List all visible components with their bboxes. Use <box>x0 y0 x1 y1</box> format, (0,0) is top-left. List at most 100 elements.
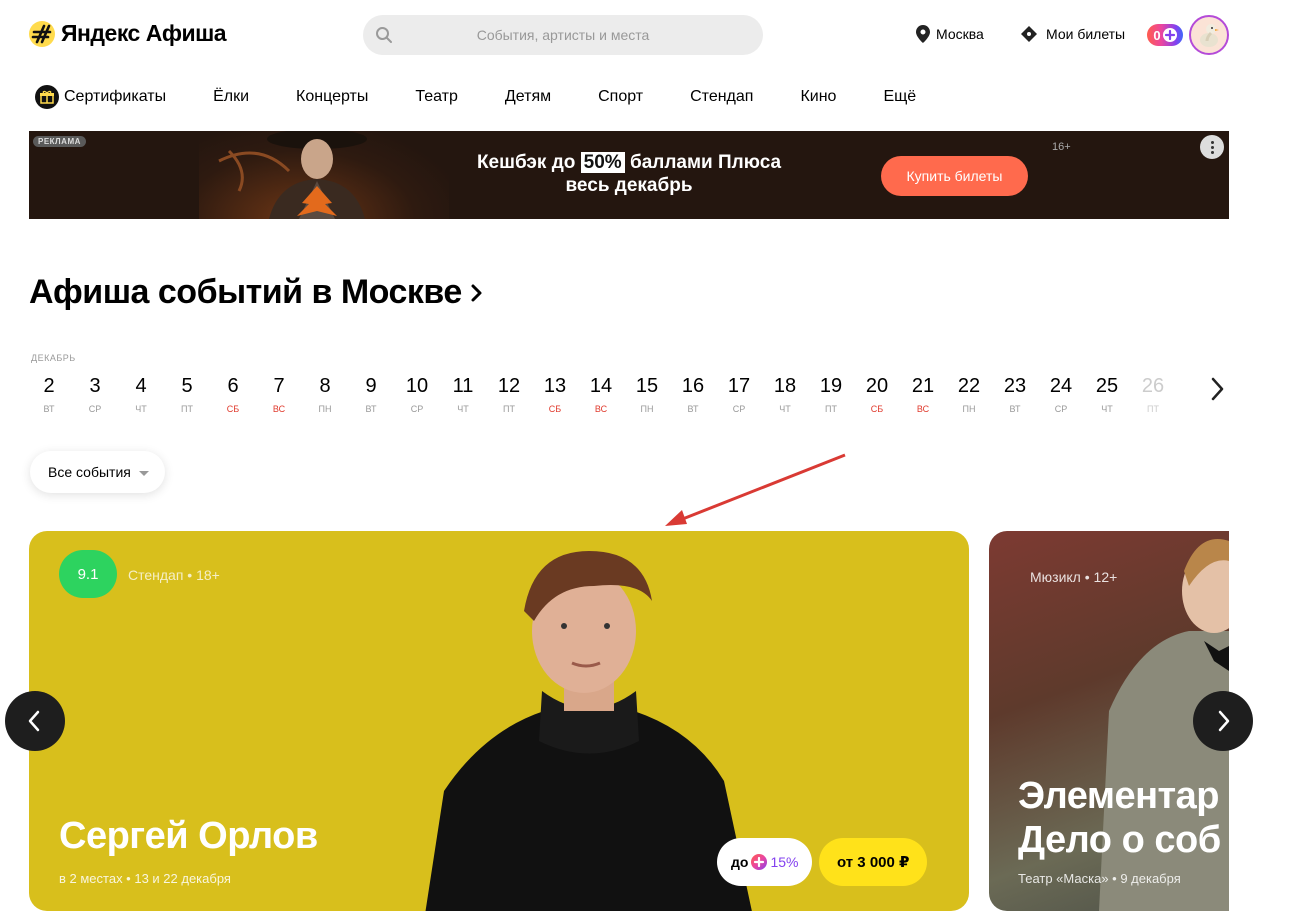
nav-item-more[interactable]: Ещё <box>883 88 916 106</box>
banner-age-rating: 16+ <box>1052 141 1071 153</box>
my-tickets-label: Мои билеты <box>1046 26 1126 42</box>
city-selector[interactable]: Москва <box>916 25 984 43</box>
calendar-day[interactable]: 3 ср <box>72 373 118 414</box>
calendar-day[interactable]: 13 сб <box>532 373 578 414</box>
calendar-day[interactable]: 26 пт <box>1130 373 1176 414</box>
buy-tickets-button[interactable]: Купить билеты <box>881 156 1028 196</box>
calendar-day-weekday: ср <box>88 404 102 414</box>
calendar-day[interactable]: 20 сб <box>854 373 900 414</box>
calendar-day-weekday: пт <box>181 404 193 414</box>
calendar-day[interactable]: 10 ср <box>394 373 440 414</box>
calendar-day-number: 21 <box>911 375 935 397</box>
calendar-day[interactable]: 24 ср <box>1038 373 1084 414</box>
calendar-day-weekday: вт <box>43 404 55 414</box>
calendar-day[interactable]: 19 пт <box>808 373 854 414</box>
calendar-day-number: 8 <box>319 375 331 397</box>
nav-item-certificates[interactable]: Сертификаты <box>35 85 166 109</box>
calendar-day[interactable]: 7 вс <box>256 373 302 414</box>
calendar-day-weekday: вт <box>1009 404 1021 414</box>
calendar-day[interactable]: 14 вс <box>578 373 624 414</box>
calendar-day[interactable]: 15 пн <box>624 373 670 414</box>
nav-item-label: Сертификаты <box>64 88 167 105</box>
nav-item-kids[interactable]: Детям <box>505 88 551 106</box>
calendar-day[interactable]: 2 вт <box>26 373 72 414</box>
page-title-text: Афиша событий в Москве <box>29 273 462 311</box>
calendar-day[interactable]: 22 пн <box>946 373 992 414</box>
page-title[interactable]: Афиша событий в Москве <box>29 273 484 312</box>
calendar-day-weekday: сб <box>548 404 562 414</box>
banner-text-before: Кешбэк до <box>476 152 576 173</box>
calendar-day-weekday: чт <box>135 404 147 414</box>
promo-banner[interactable]: РЕКЛАМА Кешбэк до 50% баллами Плюса весь… <box>29 131 1229 219</box>
user-avatar[interactable] <box>1189 15 1229 55</box>
calendar-day-weekday: вт <box>365 404 377 414</box>
events-filter-dropdown[interactable]: Все события <box>30 451 165 493</box>
search-bar[interactable] <box>363 15 763 55</box>
search-icon <box>376 27 392 43</box>
carousel-next-button[interactable] <box>1193 691 1253 751</box>
nav-item-standup[interactable]: Стендап <box>690 88 753 106</box>
afisha-logo-icon <box>29 20 55 47</box>
plus-points-badge[interactable]: 0 <box>1147 24 1183 46</box>
calendar-month: ДЕКАБРЬ <box>31 353 76 363</box>
calendar-day[interactable]: 12 пт <box>486 373 532 414</box>
plus-points-count: 0 <box>1153 27 1161 43</box>
calendar-day[interactable]: 23 вт <box>992 373 1038 414</box>
calendar-day-number: 24 <box>1049 375 1073 397</box>
calendar-day[interactable]: 9 вт <box>348 373 394 414</box>
calendar-day[interactable]: 11 чт <box>440 373 486 414</box>
calendar-day[interactable]: 25 чт <box>1084 373 1130 414</box>
cashback-percent: 15% <box>770 854 799 870</box>
calendar-next-button[interactable] <box>1205 374 1229 404</box>
location-pin-icon <box>916 25 930 43</box>
nav-item-cinema[interactable]: Кино <box>800 88 836 106</box>
calendar-day[interactable]: 16 вт <box>670 373 716 414</box>
calendar-day-weekday: пн <box>318 404 332 414</box>
calendar-day[interactable]: 4 чт <box>118 373 164 414</box>
calendar-day-weekday: пт <box>503 404 515 414</box>
calendar-day-weekday: сб <box>870 404 884 414</box>
carousel-prev-button[interactable] <box>5 691 65 751</box>
calendar-day[interactable]: 18 чт <box>762 373 808 414</box>
plus-icon <box>751 854 768 870</box>
category-nav: Сертификаты Ёлки Концерты Театр Детям Сп… <box>35 82 963 112</box>
calendar-day-weekday: ср <box>732 404 746 414</box>
calendar-day-number: 5 <box>181 375 193 397</box>
event-title: Сергей Орлов <box>59 815 318 857</box>
search-input[interactable] <box>363 27 763 43</box>
event-genre: Мюзикл <box>1030 569 1081 585</box>
event-genre: Стендап <box>128 567 184 583</box>
calendar-day-number: 3 <box>89 375 101 397</box>
calendar-day-number: 6 <box>227 375 239 397</box>
my-tickets-link[interactable]: Мои билеты <box>1020 25 1125 43</box>
calendar-day-number: 26 <box>1141 375 1165 397</box>
calendar-day[interactable]: 6 сб <box>210 373 256 414</box>
nav-item-sport[interactable]: Спорт <box>598 88 643 106</box>
calendar-day[interactable]: 17 ср <box>716 373 762 414</box>
event-title-line1: Элементар <box>1018 775 1220 817</box>
calendar-day-number: 22 <box>957 375 981 397</box>
calendar-day-number: 13 <box>543 375 567 397</box>
nav-item-concerts[interactable]: Концерты <box>296 88 368 106</box>
calendar-days: 2 вт 3 ср 4 чт 5 пт 6 сб 7 вс 8 пн 9 вт 10 ср 11 чт 12 пт 13 сб… <box>26 373 1176 414</box>
logo[interactable]: Яндекс Афиша <box>29 20 227 47</box>
calendar-day-weekday: пн <box>962 404 976 414</box>
calendar-day[interactable]: 8 пн <box>302 373 348 414</box>
calendar-day-number: 11 <box>452 375 474 397</box>
header: Яндекс Афиша Москва Мои билеты 0 <box>0 0 1298 70</box>
cashback-prefix: до <box>731 854 749 870</box>
event-subtitle: Театр «Маска» • 9 декабря <box>1018 871 1181 886</box>
nav-item-theatre[interactable]: Театр <box>415 88 458 106</box>
cashback-badge[interactable]: до 15% <box>717 838 813 886</box>
ad-label: РЕКЛАМА <box>33 136 86 147</box>
calendar-day-number: 9 <box>365 375 377 397</box>
calendar-day[interactable]: 5 пт <box>164 373 210 414</box>
event-card-main[interactable]: 9.1 Стендап • 18+ Сергей Орлов в 2 места… <box>29 531 969 911</box>
calendar-day-weekday: вт <box>687 404 699 414</box>
price-button[interactable]: от 3 000 ₽ <box>819 838 928 886</box>
chevron-left-icon <box>28 710 40 732</box>
calendar-day-weekday: пт <box>1147 404 1159 414</box>
nav-item-yolki[interactable]: Ёлки <box>213 88 249 106</box>
calendar-day[interactable]: 21 вс <box>900 373 946 414</box>
more-options-icon[interactable] <box>1200 135 1224 159</box>
